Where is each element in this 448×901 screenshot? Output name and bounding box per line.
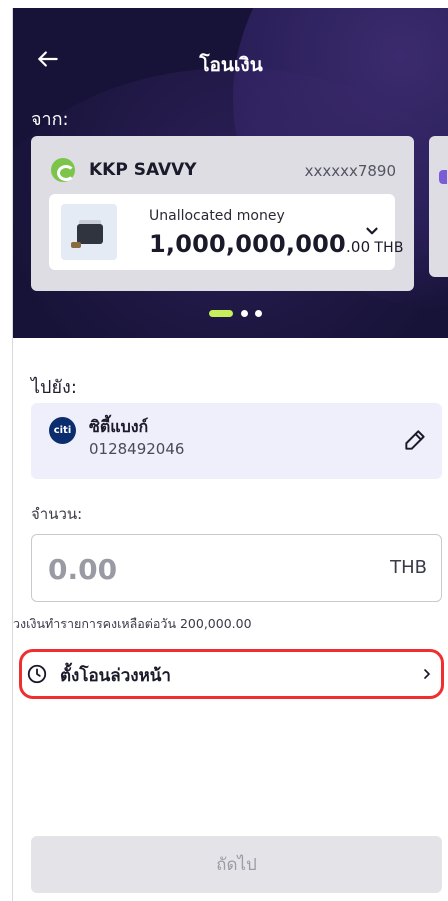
next-button[interactable]: ถัดไป xyxy=(31,836,442,893)
citi-logo-icon: citi xyxy=(49,417,76,444)
recipient-name: ซิตี้แบงก์ xyxy=(89,417,149,436)
kkp-logo-icon xyxy=(51,158,75,182)
pocket-balance-main: 1,000,000,000 xyxy=(149,230,346,258)
daily-limit-text: วงเงินทำรายการคงเหลือต่อวัน 200,000.00 xyxy=(13,616,252,631)
amount-input[interactable] xyxy=(48,549,348,589)
source-account-card[interactable]: KKP SAVVY xxxxxx7890 Unallocated money 1… xyxy=(31,136,414,291)
header-hero: โอนเงิน จาก: KKP SAVVY xxxxxx7890 Unallo… xyxy=(13,8,448,338)
pencil-icon[interactable] xyxy=(402,427,428,453)
pocket-balance-currency: THB xyxy=(374,240,404,256)
pager-dot[interactable] xyxy=(241,310,248,317)
pocket-selector[interactable]: Unallocated money 1,000,000,000.00 THB xyxy=(49,194,404,270)
pager-dot-active[interactable] xyxy=(209,310,233,317)
chevron-right-icon xyxy=(424,669,430,679)
transfer-screen: โอนเงิน จาก: KKP SAVVY xxxxxx7890 Unallo… xyxy=(12,8,448,901)
wallet-icon xyxy=(61,204,117,260)
source-account-number: xxxxxx7890 xyxy=(304,162,396,180)
next-card-logo-icon xyxy=(439,170,447,184)
amount-currency: THB xyxy=(390,557,427,578)
recipient-card[interactable]: citi ซิตี้แบงก์ 0128492046 xyxy=(31,403,442,479)
next-account-card[interactable] xyxy=(429,136,448,277)
nav-bar: โอนเงิน xyxy=(13,44,448,80)
amount-label: จำนวน: xyxy=(31,505,83,523)
pocket-balance-decimal: .00 xyxy=(345,238,371,256)
from-label: จาก: xyxy=(31,109,69,130)
source-bank-name: KKP SAVVY xyxy=(89,160,197,180)
schedule-transfer-row[interactable]: ตั้งโอนล่วงหน้า xyxy=(19,649,444,699)
clock-icon xyxy=(27,664,47,684)
recipient-account-number: 0128492046 xyxy=(89,440,185,458)
amount-field[interactable]: THB xyxy=(31,534,442,602)
pager-dot[interactable] xyxy=(255,310,262,317)
chevron-down-icon[interactable] xyxy=(363,222,381,240)
schedule-transfer-label: ตั้งโอนล่วงหน้า xyxy=(60,666,171,686)
page-title: โอนเงิน xyxy=(199,54,263,76)
to-label: ไปยัง: xyxy=(31,377,77,398)
pocket-name: Unallocated money xyxy=(149,208,285,224)
